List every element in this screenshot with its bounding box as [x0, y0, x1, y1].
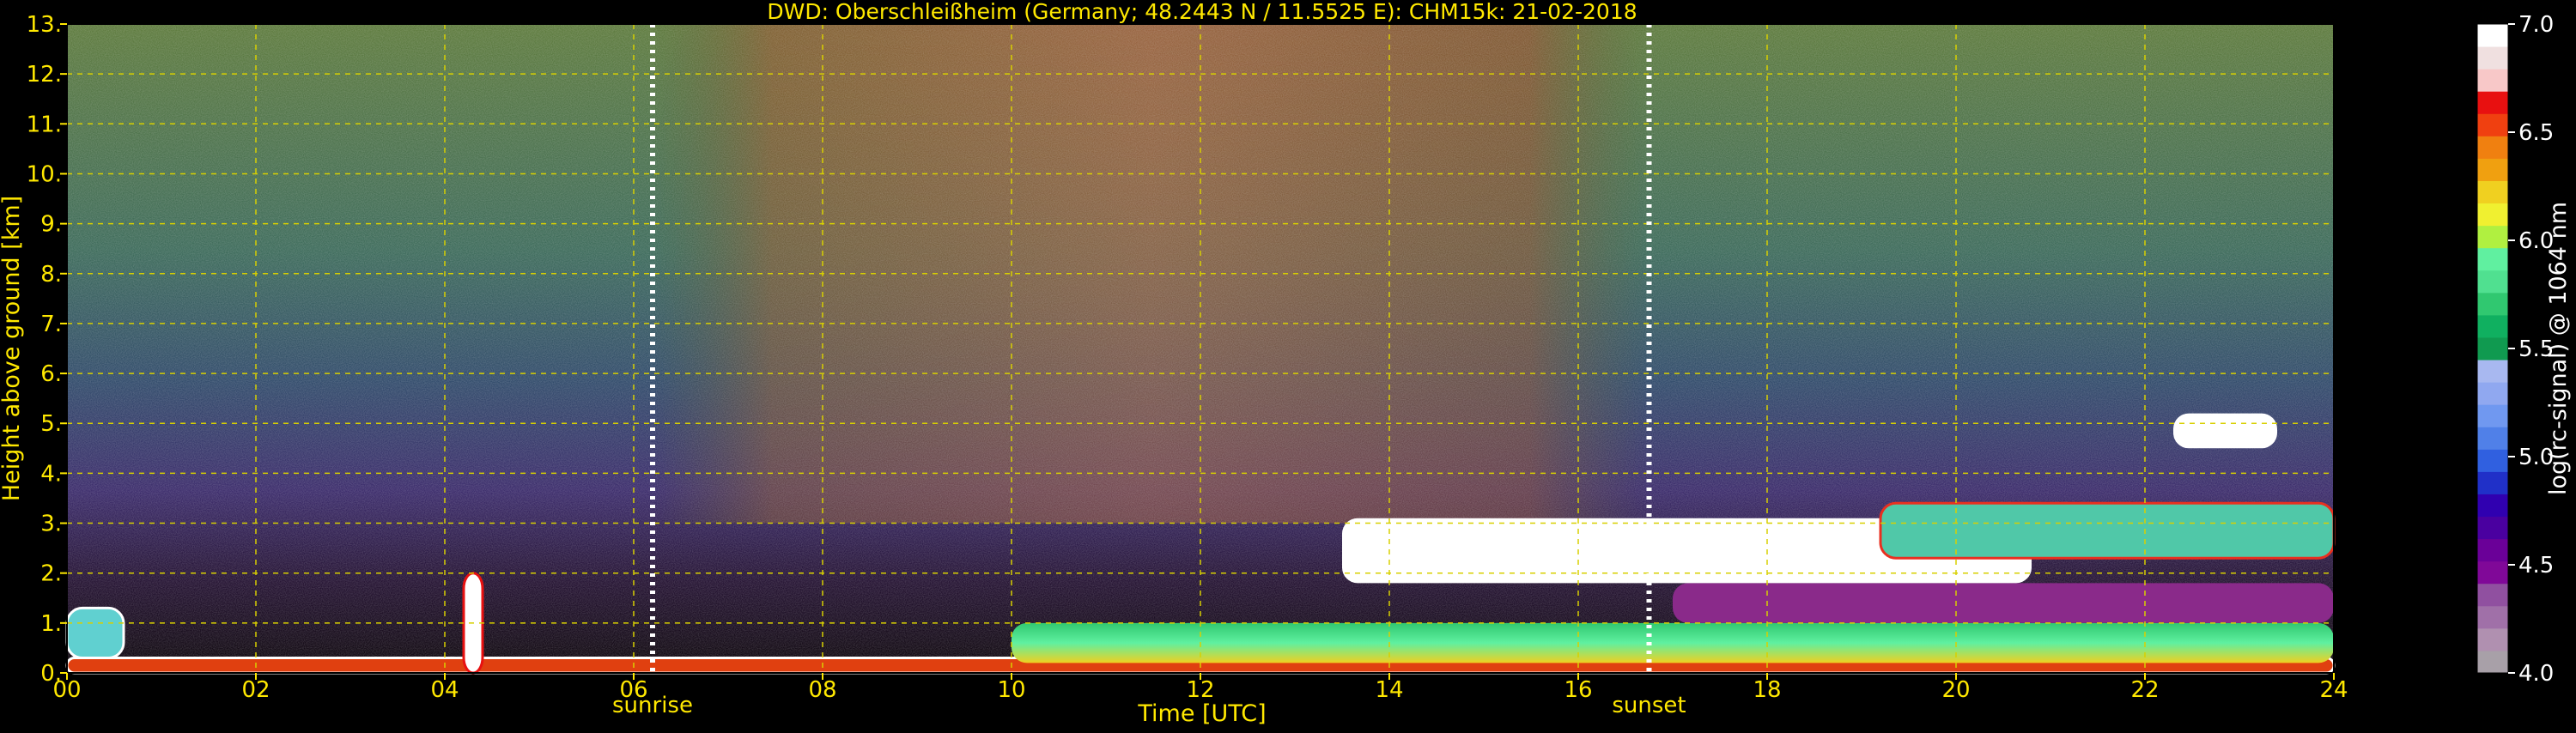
x-tick-label: 24	[2319, 677, 2348, 703]
x-tick-label: 14	[1375, 677, 1403, 703]
feature-early-cloud	[65, 606, 125, 660]
lidar-quicklook: sunrise sunset 00 02 04 06 08 10 12 14 16 18 20 22 24…	[0, 0, 2576, 730]
x-tick-label: 08	[808, 677, 836, 703]
colorbar-swatch	[2477, 46, 2508, 70]
colorbar-swatch	[2477, 69, 2508, 92]
feature-mid-level-cloud	[2173, 413, 2277, 449]
colorbar-swatch	[2477, 158, 2508, 181]
colorbar-swatch	[2477, 404, 2508, 427]
colorbar-swatch	[2477, 449, 2508, 472]
y-tick-label: 2.	[40, 561, 62, 587]
x-tick-label: 12	[1186, 677, 1214, 703]
colorbar-tick-label: 6.5	[2518, 120, 2554, 146]
x-tick-label: 06	[619, 677, 647, 703]
colorbar-swatch	[2477, 516, 2508, 540]
colorbar-swatch	[2477, 627, 2508, 651]
colorbar-swatch	[2477, 471, 2508, 494]
colorbar-swatch	[2477, 494, 2508, 518]
colorbar-swatch	[2477, 270, 2508, 294]
colorbar-swatch	[2477, 24, 2508, 47]
lidar-plot: sunrise sunset 00 02 04 06 08 10 12 14 16 18 20 22 24…	[0, 0, 2572, 727]
x-axis-label: Time [UTC]	[1137, 700, 1266, 727]
y-tick-label: 1.	[40, 611, 62, 637]
colorbar-tick-label: 7.0	[2518, 12, 2554, 38]
feature-boundary-layer	[1012, 622, 2334, 663]
feature-residual-aerosol-layer	[1673, 583, 2334, 623]
x-tick-label: 10	[997, 677, 1025, 703]
colorbar-swatch	[2477, 538, 2508, 562]
sunset-label: sunset	[1612, 693, 1686, 718]
colorbar-swatch	[2477, 427, 2508, 450]
x-tick-label: 18	[1753, 677, 1781, 703]
y-tick-label: 10.	[27, 161, 62, 187]
y-tick-label: 3.	[40, 512, 62, 537]
y-tick-label: 6.	[40, 361, 62, 387]
y-tick-label: 11.	[27, 112, 62, 137]
x-tick-label: 16	[1564, 677, 1592, 703]
y-tick-label: 4.	[40, 461, 62, 487]
colorbar-swatch	[2477, 560, 2508, 585]
y-tick-label: 5.	[40, 411, 62, 437]
y-tick-label: 9.	[40, 212, 62, 238]
colorbar-swatch	[2477, 382, 2508, 405]
y-tick-label: 12.	[27, 62, 62, 88]
colorbar-swatch	[2477, 292, 2508, 316]
x-tick-label: 20	[1941, 677, 1970, 703]
colorbar-label: log(rc-signal) @ 1064 nm	[2545, 202, 2572, 495]
colorbar-swatch	[2477, 136, 2508, 159]
y-axis-label: Height above ground [km]	[0, 196, 25, 501]
colorbar-swatch	[2477, 113, 2508, 136]
y-tick-label: 13.	[27, 12, 62, 38]
colorbar-swatch	[2477, 180, 2508, 204]
x-tick-label: 02	[241, 677, 270, 703]
colorbar-swatch	[2477, 91, 2508, 114]
colorbar-swatch	[2477, 314, 2508, 338]
colorbar: 4.04.55.05.56.06.57.0log(rc-signal) @ 10…	[2476, 12, 2572, 687]
colorbar-tick-label: 4.5	[2518, 553, 2554, 579]
colorbar-swatch	[2477, 605, 2508, 629]
colorbar-swatch	[2477, 583, 2508, 607]
feature-cloud-layer	[1879, 501, 2336, 560]
colorbar-swatch	[2477, 650, 2508, 674]
colorbar-swatch	[2477, 360, 2508, 383]
colorbar-tick-label: 4.0	[2518, 661, 2554, 687]
y-tick-label: 8.	[40, 262, 62, 288]
y-tick-label: 7.	[40, 312, 62, 337]
y-tick-label: 0.	[40, 661, 62, 687]
chart-title: DWD: Oberschleißheim (Germany; 48.2443 N…	[767, 0, 1637, 24]
colorbar-swatch	[2477, 247, 2508, 271]
colorbar-swatch	[2477, 203, 2508, 227]
x-tick-label: 22	[2130, 677, 2159, 703]
colorbar-swatch	[2477, 225, 2508, 249]
colorbar-swatch	[2477, 336, 2508, 360]
x-tick-label: 04	[430, 677, 459, 703]
